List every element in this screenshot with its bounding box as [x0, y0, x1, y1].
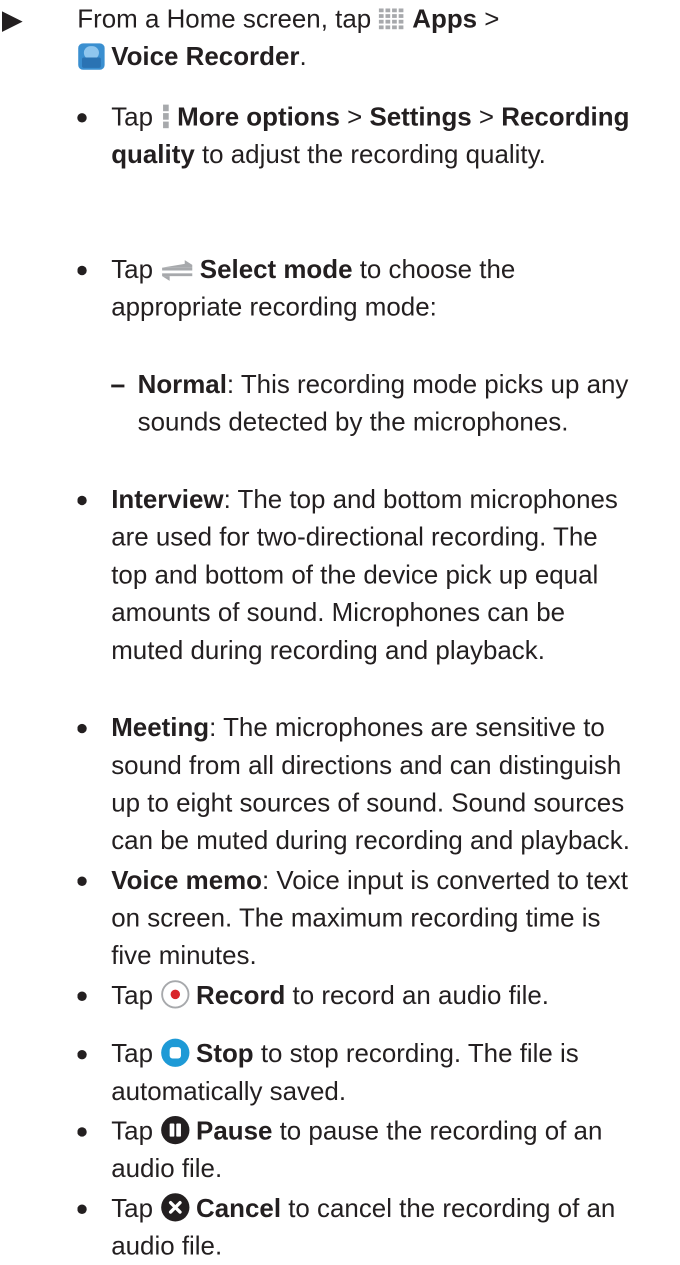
- stop-label: Stop: [196, 1038, 254, 1068]
- bullet-dot: [77, 876, 87, 886]
- cancel-label: Cancel: [196, 1193, 282, 1223]
- tap-text: Tap: [111, 101, 154, 132]
- voice-memo-label: Voice memo: [111, 865, 262, 895]
- stop-icon: [161, 1038, 190, 1067]
- bullet-dot: [77, 265, 87, 276]
- tap-text: Tap: [111, 254, 154, 284]
- record-icon: [161, 980, 190, 1009]
- select-mode-arrows-icon: [162, 260, 193, 281]
- separator: >: [478, 101, 495, 132]
- tap-text: Tap: [111, 1193, 154, 1223]
- apps-grid-icon: [379, 8, 404, 30]
- bullet-record-text: Tap Record to record an audio file.: [111, 976, 639, 1014]
- pause-icon: [161, 1115, 190, 1145]
- bullet-dot: [77, 1049, 87, 1060]
- bullet-stop-text: Tap Stop to stop recording. The file is …: [111, 1035, 639, 1110]
- main-step-text: From a Home screen, tap Apps > Voice Rec…: [77, 0, 633, 75]
- sub-dash: [111, 384, 125, 388]
- step-intro-text: From a Home screen, tap: [77, 3, 372, 33]
- bullet-interview-text: Interview: The top and bottom microphone…: [111, 481, 639, 670]
- bullet-select-mode-text: Tap Select mode to choose the appropriat…: [111, 251, 639, 326]
- bullet-cancel-text: Tap Cancel to cancel the recording of an…: [111, 1189, 639, 1264]
- bullet-dot: [77, 991, 87, 1001]
- bullet-settings-text: Tap More options > Settings > Recording …: [111, 98, 639, 173]
- bullet-pause-text: Tap Pause to pause the recording of an a…: [111, 1112, 639, 1187]
- step-separator: >: [484, 3, 500, 33]
- pause-label: Pause: [196, 1115, 273, 1146]
- interview-label: Interview: [111, 484, 224, 514]
- step-end-period: .: [299, 41, 307, 71]
- more-options-icon: [163, 104, 169, 129]
- settings-label: Settings: [369, 101, 472, 132]
- voice-recorder-label: Voice Recorder: [111, 41, 300, 71]
- sub-normal-text: Normal: This recording mode picks up any…: [138, 366, 638, 441]
- bullet-dot: [77, 723, 87, 734]
- bullet-dot: [77, 1204, 87, 1214]
- select-mode-label: Select mode: [199, 254, 353, 284]
- apps-label: Apps: [412, 3, 478, 33]
- tap-text: Tap: [111, 1038, 154, 1068]
- step-arrow-icon: [1, 11, 23, 33]
- bullet-dot: [77, 495, 87, 506]
- tap-text: Tap: [111, 1115, 154, 1146]
- record-rest-text: to record an audio file.: [292, 980, 550, 1010]
- normal-label: Normal: [137, 369, 227, 399]
- tap-text: Tap: [111, 980, 154, 1010]
- bullet-dot: [77, 1127, 87, 1137]
- bullet-meeting-text: Meeting: The microphones are sensitive t…: [111, 709, 639, 860]
- separator: >: [347, 101, 363, 132]
- settings-rest-text: to adjust the recording quality.: [201, 139, 546, 169]
- more-options-label: More options: [177, 101, 340, 132]
- voice-recorder-app-icon: [78, 43, 105, 70]
- meeting-label: Meeting: [111, 712, 210, 742]
- bullet-dot: [77, 113, 87, 123]
- bullet-voice-memo-text: Voice memo: Voice input is converted to …: [111, 861, 639, 974]
- record-label: Record: [196, 980, 286, 1010]
